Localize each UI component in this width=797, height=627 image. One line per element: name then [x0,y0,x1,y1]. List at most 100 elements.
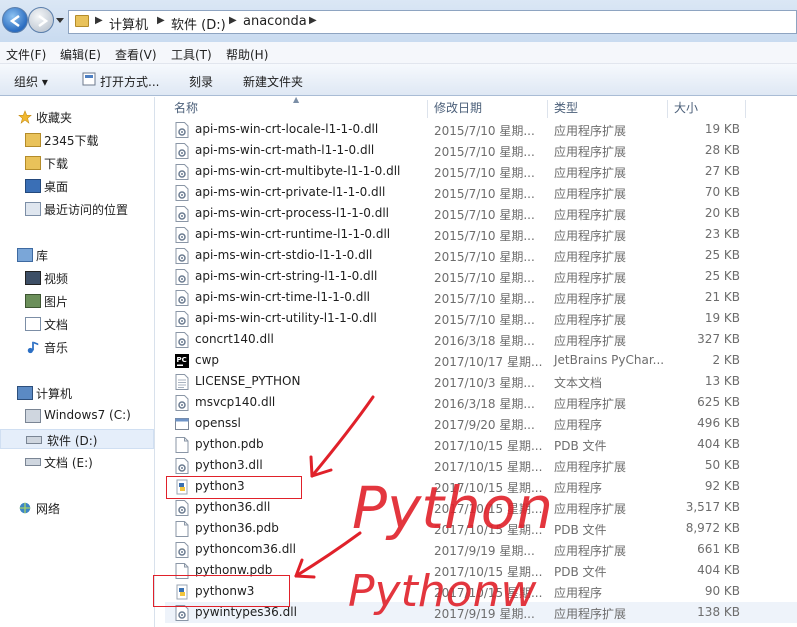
nav-libraries[interactable]: 库 [16,245,154,265]
nav-item-drive-c[interactable]: Windows7 (C:) [24,406,162,426]
nav-item-2345-downloads[interactable]: 2345下载 [24,130,162,150]
menu-file[interactable]: 文件(F) [6,46,46,63]
file-size: 25 KB [704,269,740,283]
burn-button[interactable]: 刻录 [189,73,213,90]
file-row[interactable]: python36.dll 2017/10/15 星期... 应用程序扩展 3,517 … [165,497,797,518]
nav-computer[interactable]: 计算机 [16,383,154,403]
menu-help[interactable]: 帮助(H) [226,46,268,63]
file-row[interactable]: openssl 2017/9/20 星期... 应用程序 496 KB [165,413,797,434]
file-row[interactable]: python36.pdb 2017/10/15 星期... PDB 文件 8,972 … [165,518,797,539]
file-size: 19 KB [704,122,740,136]
file-row[interactable]: pythoncom36.dll 2017/9/19 星期... 应用程序扩展 661 … [165,539,797,560]
explorer-window: ▶ 计算机 ▶ 软件 (D:) ▶ anaconda ▶ 文件(F) 编辑(E)… [0,0,797,627]
nav-item-documents[interactable]: 文档 [24,314,162,334]
file-date: 2017/9/20 星期... [434,418,535,432]
nav-network[interactable]: 网络 [16,498,154,518]
file-date: 2016/3/18 星期... [434,397,535,411]
menu-view[interactable]: 查看(V) [115,46,157,63]
dll-icon [175,248,189,264]
file-row[interactable]: LICENSE_PYTHON 2017/10/3 星期... 文本文档 13 KB [165,371,797,392]
breadcrumb-separator-icon[interactable]: ▶ [95,15,103,26]
file-row[interactable]: api-ms-win-crt-stdio-l1-1-0.dll 2015/7/10… [165,245,797,266]
breadcrumb-drive[interactable]: 软件 (D:) [171,14,226,33]
forward-button[interactable] [28,7,54,33]
breadcrumb-separator-icon[interactable]: ▶ [309,15,317,26]
file-type: 应用程序扩展 [554,334,627,348]
file-name: api-ms-win-crt-multibyte-l1-1-0.dll [195,164,401,178]
nav-item-drive-e[interactable]: 文档 (E:) [24,452,162,472]
dll-icon [175,500,189,516]
file-size: 21 KB [704,290,740,304]
column-divider[interactable] [667,100,668,118]
file-row[interactable]: python3.dll 2017/10/15 星期... 应用程序扩展 50 KB [165,455,797,476]
file-row[interactable]: concrt140.dll 2016/3/18 星期... 应用程序扩展 327 KB [165,329,797,350]
new-folder-button[interactable]: 新建文件夹 [243,73,303,90]
file-type: 应用程序扩展 [554,166,627,180]
file-row[interactable]: api-ms-win-crt-math-l1-1-0.dll 2015/7/10 … [165,140,797,161]
column-divider[interactable] [547,100,548,118]
dll-icon [175,269,189,285]
nav-item-videos[interactable]: 视频 [24,268,162,288]
file-size: 28 KB [704,143,740,157]
file-size: 20 KB [704,206,740,220]
file-row[interactable]: api-ms-win-crt-multibyte-l1-1-0.dll 2015/… [165,161,797,182]
column-header-size[interactable]: 大小 [674,99,698,121]
column-header-type[interactable]: 类型 [554,99,578,121]
folder-icon [25,133,41,147]
sort-ascending-icon: ▲ [293,95,300,104]
file-size: 496 KB [697,416,740,430]
menu-tools[interactable]: 工具(T) [171,46,212,63]
file-type: 文本文档 [554,376,603,390]
organize-button[interactable]: 组织 ▾ [14,73,48,90]
file-date: 2017/10/15 星期... [434,481,543,495]
nav-item-recent-places[interactable]: 最近访问的位置 [24,199,162,219]
file-row[interactable]: api-ms-win-crt-string-l1-1-0.dll 2015/7/1… [165,266,797,287]
breadcrumb-computer[interactable]: 计算机 [109,14,148,33]
file-row[interactable]: python.pdb 2017/10/15 星期... PDB 文件 404 KB [165,434,797,455]
file-type: 应用程序扩展 [554,208,627,222]
nav-label: 视频 [44,272,69,286]
nav-label: 图片 [44,295,69,309]
back-button[interactable] [2,7,28,33]
breadcrumb-separator-icon[interactable]: ▶ [157,15,165,26]
nav-item-drive-d[interactable]: 软件 (D:) [0,429,154,449]
dll-icon [175,227,189,243]
dll-icon [175,458,189,474]
breadcrumb-folder[interactable]: anaconda [243,14,307,29]
dll-icon [175,206,189,222]
column-divider[interactable] [745,100,746,118]
column-divider[interactable] [427,100,428,118]
dll-icon [175,605,189,621]
column-header-date[interactable]: 修改日期 [434,99,482,121]
file-name: python36.pdb [195,521,279,535]
file-size: 13 KB [704,374,740,388]
breadcrumb-separator-icon[interactable]: ▶ [229,15,237,26]
file-row[interactable]: api-ms-win-crt-utility-l1-1-0.dll 2015/7/… [165,308,797,329]
file-size: 8,972 KB [685,521,740,535]
file-row[interactable]: api-ms-win-crt-time-l1-1-0.dll 2015/7/10 … [165,287,797,308]
file-row[interactable]: msvcp140.dll 2016/3/18 星期... 应用程序扩展 625 KB [165,392,797,413]
recent-pages-dropdown[interactable] [56,16,64,24]
column-header-name[interactable]: 名称 [174,99,198,121]
nav-favorites[interactable]: 收藏夹 [16,107,154,127]
nav-item-music[interactable]: 音乐 [24,337,162,357]
nav-item-pictures[interactable]: 图片 [24,291,162,311]
nav-item-downloads[interactable]: 下载 [24,153,162,173]
nav-item-desktop[interactable]: 桌面 [24,176,162,196]
file-row[interactable]: api-ms-win-crt-process-l1-1-0.dll 2015/7/… [165,203,797,224]
file-type: 应用程序扩展 [554,502,627,516]
file-date: 2015/7/10 星期... [434,250,535,264]
file-row[interactable]: api-ms-win-crt-runtime-l1-1-0.dll 2015/7/… [165,224,797,245]
nav-label: 最近访问的位置 [44,203,129,217]
open-with-button[interactable]: 打开方式... [100,73,159,90]
file-row[interactable]: api-ms-win-crt-private-l1-1-0.dll 2015/7/… [165,182,797,203]
menu-edit[interactable]: 编辑(E) [60,46,101,63]
file-type: 应用程序扩展 [554,271,627,285]
file-size: 70 KB [704,185,740,199]
address-box[interactable]: ▶ 计算机 ▶ 软件 (D:) ▶ anaconda ▶ [68,10,797,34]
file-row[interactable]: api-ms-win-crt-locale-l1-1-0.dll 2015/7/1… [165,119,797,140]
pycharm-icon: PC [175,353,189,369]
open-with-icon [82,72,96,86]
file-list: ▲ 名称 修改日期 类型 大小 api-ms-win-crt-locale-l1… [165,95,797,627]
file-row[interactable]: PC cwp 2017/10/17 星期... JetBrains PyChar...… [165,350,797,371]
